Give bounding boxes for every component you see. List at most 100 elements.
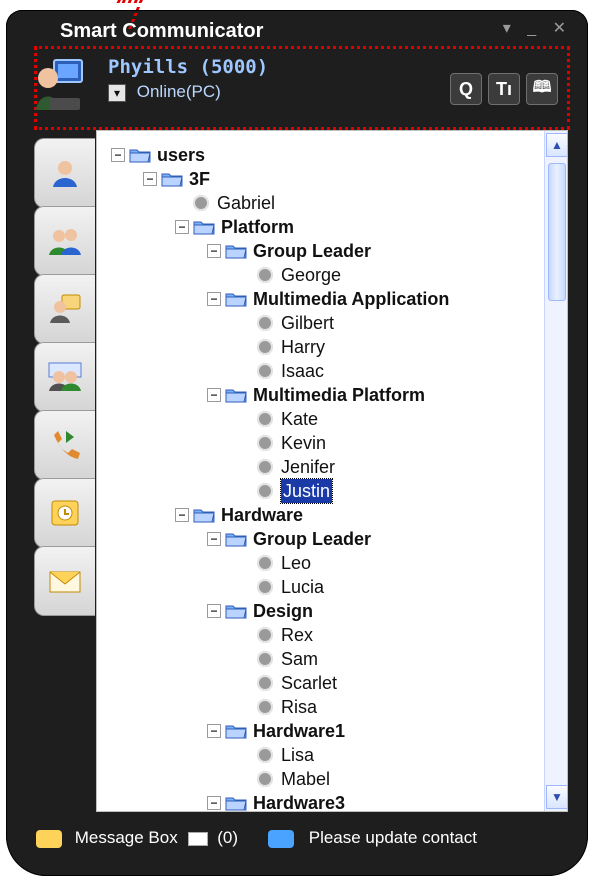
folder-icon (161, 170, 183, 188)
tree-group-row[interactable]: − Hardware3 (97, 791, 545, 811)
tree-group-label: Hardware3 (253, 793, 346, 811)
tab-chat[interactable] (34, 274, 95, 344)
tree-contact-label: Gabriel (217, 193, 276, 213)
tree-contact-row[interactable]: Mabel (97, 767, 545, 791)
tree-contact-label: Kevin (281, 433, 327, 453)
user-icon (257, 339, 273, 355)
expand-icon[interactable]: − (207, 244, 221, 258)
expand-icon[interactable]: − (111, 148, 125, 162)
tab-mail[interactable] (34, 546, 95, 616)
tree-contact-row[interactable]: Gabriel (97, 191, 545, 215)
user-icon (257, 747, 273, 763)
tree-group-row[interactable]: − Group Leader (97, 239, 545, 263)
tree-group-label: Platform (221, 217, 295, 237)
tree-contact-row[interactable]: Lucia (97, 575, 545, 599)
window-controls[interactable]: ▾ _ ✕ (503, 18, 572, 38)
user-tab-icon (53, 161, 77, 187)
message-box-icon (36, 829, 62, 848)
user-icon (257, 675, 273, 691)
folder-icon (193, 506, 215, 524)
expand-icon[interactable]: − (207, 724, 221, 738)
tab-group[interactable] (34, 206, 95, 276)
tree-group-row[interactable]: − Multimedia Application (97, 287, 545, 311)
expand-icon[interactable]: − (175, 220, 189, 234)
tree-contact-row[interactable]: Kate (97, 407, 545, 431)
tree-contact-row[interactable]: George (97, 263, 545, 287)
tree-contact-label: Mabel (281, 769, 331, 789)
folder-icon (193, 218, 215, 236)
avatar-icon[interactable] (30, 54, 84, 114)
tree-group-label: Hardware (221, 505, 304, 525)
tree-group-row[interactable]: − Platform (97, 215, 545, 239)
settings-icon: Tı (496, 78, 512, 99)
tree-group-label: users (157, 145, 206, 165)
user-icon (257, 411, 273, 427)
tree-contact-row[interactable]: Scarlet (97, 671, 545, 695)
tree-contact-label: Kate (281, 409, 319, 429)
tree-contact-row[interactable]: Lisa (97, 743, 545, 767)
calendar-tab-icon (51, 500, 79, 526)
tree-contact-label: Lisa (281, 745, 315, 765)
expand-icon[interactable]: − (207, 292, 221, 306)
tab-user[interactable] (34, 138, 95, 208)
tree-group-row[interactable]: − Multimedia Platform (97, 383, 545, 407)
mail-tab-icon (49, 571, 81, 593)
tree-group-row[interactable]: − Group Leader (97, 527, 545, 551)
presence-status[interactable]: ▾ Online(PC) (108, 82, 221, 102)
expand-icon[interactable]: − (207, 604, 221, 618)
tree-contact-row[interactable]: Gilbert (97, 311, 545, 335)
tree-contact-row[interactable]: Jenifer (97, 455, 545, 479)
search-button[interactable]: Q (450, 73, 482, 105)
tree-group-row[interactable]: − users (97, 143, 545, 167)
tab-calendar[interactable] (34, 478, 95, 548)
expand-icon[interactable]: − (143, 172, 157, 186)
tree-group-row[interactable]: − Hardware1 (97, 719, 545, 743)
contact-list-panel: − users −3F Gabriel − Platform − Group Leader Ge… (96, 130, 568, 812)
vertical-scrollbar[interactable]: ▲ ▼ (544, 131, 568, 811)
tree-contact-row[interactable]: Harry (97, 335, 545, 359)
folder-icon (129, 146, 151, 164)
conference-tab-icon (48, 362, 82, 391)
user-icon (257, 267, 273, 283)
expand-icon[interactable]: − (207, 796, 221, 810)
tree-group-label: Design (253, 601, 314, 621)
user-icon (257, 579, 273, 595)
chevron-down-icon[interactable]: ▾ (108, 83, 126, 102)
contact-tree[interactable]: − users −3F Gabriel − Platform − Group Leader Ge… (97, 131, 567, 811)
scroll-thumb[interactable] (548, 163, 566, 301)
tree-contact-label: Lucia (281, 577, 325, 597)
settings-button[interactable]: Tı (488, 73, 520, 105)
tree-group-row[interactable]: − Hardware (97, 503, 545, 527)
folder-icon (225, 794, 247, 811)
tree-contact-row[interactable]: Justin (97, 478, 545, 504)
update-contact-link[interactable]: Please update contact (268, 828, 477, 848)
expand-icon[interactable]: − (175, 508, 189, 522)
chat-tab-icon (50, 294, 81, 323)
tree-contact-row[interactable]: Risa (97, 695, 545, 719)
tree-group-row[interactable]: − Design (97, 599, 545, 623)
tree-contact-row[interactable]: Isaac (97, 359, 545, 383)
tree-contact-label: Scarlet (281, 673, 338, 693)
user-icon (257, 483, 273, 499)
tree-contact-row[interactable]: Kevin (97, 431, 545, 455)
address-book-button[interactable]: 🕮 (526, 73, 558, 105)
tree-group-label: Group Leader (253, 529, 372, 549)
tree-contact-label: Harry (281, 337, 325, 357)
tree-contact-row[interactable]: Leo (97, 551, 545, 575)
expand-icon[interactable]: − (207, 532, 221, 546)
tree-group-row[interactable]: − 3F (97, 167, 545, 191)
message-box-link[interactable]: Message Box (0) (36, 828, 238, 848)
app-title: Smart Communicator (60, 20, 264, 42)
tree-contact-label: Leo (281, 553, 312, 573)
folder-icon (225, 530, 247, 548)
update-contact-label: Please update contact (308, 828, 477, 847)
expand-icon[interactable]: − (207, 388, 221, 402)
tree-contact-row[interactable]: Rex (97, 623, 545, 647)
tab-call[interactable] (34, 410, 95, 480)
tree-contact-row[interactable]: Sam (97, 647, 545, 671)
scroll-up-icon[interactable]: ▲ (546, 133, 568, 157)
scroll-down-icon[interactable]: ▼ (546, 785, 568, 809)
tree-contact-label: Rex (281, 625, 314, 645)
tab-conference[interactable] (34, 342, 95, 412)
tree-contact-label: Isaac (281, 361, 325, 381)
